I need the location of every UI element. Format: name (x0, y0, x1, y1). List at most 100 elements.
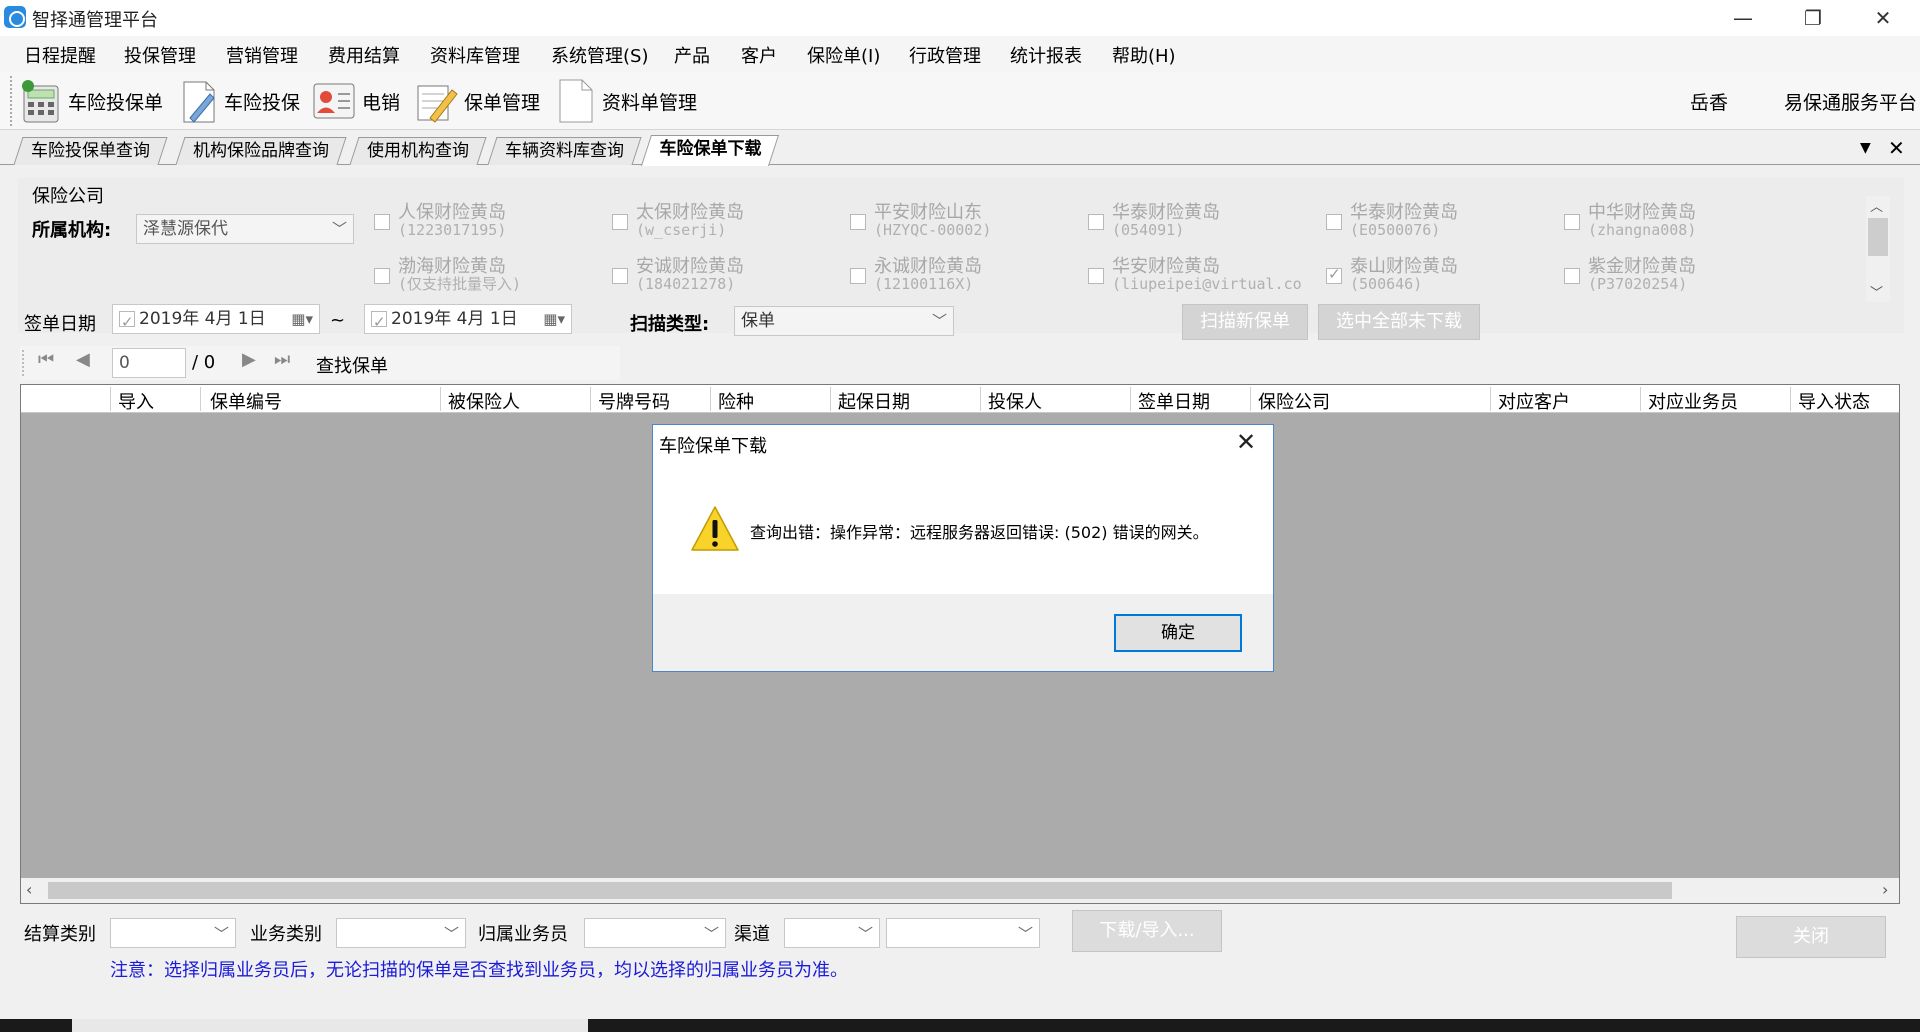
sign-date-to[interactable]: 2019年 4月 1日 ▦▾ (364, 304, 572, 336)
minimize-button[interactable]: — (1712, 0, 1774, 36)
notepad-pen-icon[interactable] (414, 78, 460, 124)
tab-usage-org-query[interactable]: 使用机构查询 (349, 137, 487, 165)
close-button[interactable]: 关闭 (1736, 916, 1886, 958)
restore-button[interactable]: ❐ (1782, 0, 1844, 36)
channel-select[interactable]: ﹀ (784, 918, 880, 948)
toolbar-policy-management[interactable]: 保单管理 (464, 88, 540, 115)
scroll-up-icon[interactable]: ︿ (1870, 196, 1883, 215)
salesman-select[interactable]: ﹀ (584, 918, 726, 948)
menu-product[interactable]: 产品 (674, 42, 710, 68)
column-header[interactable]: 被保险人 (448, 388, 520, 414)
column-header[interactable]: 保险公司 (1258, 388, 1330, 414)
next-page-icon[interactable]: ▶ (242, 349, 256, 370)
settle-type-select[interactable]: ﹀ (110, 918, 236, 948)
menu-schedule[interactable]: 日程提醒 (24, 42, 96, 68)
company-checkbox[interactable] (1088, 214, 1104, 230)
scroll-right-icon[interactable]: › (1882, 880, 1888, 899)
tab-car-policy-download[interactable]: 车险保单下载 (640, 135, 780, 166)
last-page-icon[interactable]: ⏭ (274, 349, 290, 370)
column-header[interactable]: 起保日期 (838, 388, 910, 414)
menu-admin[interactable]: 行政管理 (909, 42, 981, 68)
tab-list-dropdown-icon[interactable]: ▼ (1860, 140, 1871, 156)
column-separator[interactable] (710, 387, 711, 411)
document-edit-icon[interactable] (176, 78, 222, 124)
column-separator[interactable] (980, 387, 981, 411)
column-separator[interactable] (1250, 387, 1251, 411)
channel-sub-select[interactable]: ﹀ (886, 918, 1040, 948)
company-checkbox[interactable] (1564, 214, 1580, 230)
column-separator[interactable] (1640, 387, 1641, 411)
column-header[interactable]: 对应客户 (1498, 388, 1570, 414)
column-header[interactable]: 号牌号码 (598, 388, 670, 414)
column-separator[interactable] (590, 387, 591, 411)
menu-help[interactable]: 帮助(H) (1112, 42, 1176, 68)
company-checkbox[interactable] (850, 214, 866, 230)
scroll-down-icon[interactable]: ﹀ (1870, 282, 1883, 301)
date-from-checkbox[interactable] (119, 308, 135, 336)
column-separator[interactable] (1790, 387, 1791, 411)
blank-document-icon[interactable] (556, 78, 596, 124)
page-number-input[interactable]: 0 (112, 348, 186, 378)
first-page-icon[interactable]: ⏮ (38, 349, 54, 370)
column-separator[interactable] (110, 387, 111, 411)
business-type-select[interactable]: ﹀ (336, 918, 466, 948)
menu-system[interactable]: 系统管理(S) (551, 42, 648, 68)
toolbar-car-insurance-form[interactable]: 车险投保单 (68, 88, 163, 115)
horizontal-scroll-thumb[interactable] (48, 882, 1672, 899)
menu-policy[interactable]: 保险单(I) (807, 42, 880, 68)
menu-reports[interactable]: 统计报表 (1010, 42, 1082, 68)
org-select[interactable]: 泽慧源保代 ﹀ (136, 214, 354, 244)
column-header[interactable]: 保单编号 (210, 388, 282, 414)
menu-insure[interactable]: 投保管理 (124, 42, 196, 68)
dialog-close-button[interactable]: ✕ (1236, 428, 1256, 456)
column-separator[interactable] (830, 387, 831, 411)
column-header[interactable]: 签单日期 (1138, 388, 1210, 414)
scan-type-select[interactable]: 保单 ﹀ (734, 306, 954, 336)
scan-new-policy-button[interactable]: 扫描新保单 (1182, 304, 1308, 340)
tab-close-icon[interactable]: ✕ (1888, 136, 1905, 160)
tab-org-brand-query[interactable]: 机构保险品牌查询 (175, 137, 347, 165)
select-all-undownloaded-button[interactable]: 选中全部未下载 (1318, 304, 1480, 340)
calendar-icon[interactable]: ▦▾ (291, 305, 313, 333)
column-header[interactable]: 对应业务员 (1648, 388, 1738, 414)
sign-date-from[interactable]: 2019年 4月 1日 ▦▾ (112, 304, 320, 336)
company-checkbox[interactable] (374, 214, 390, 230)
company-checkbox[interactable] (1088, 268, 1104, 284)
calendar-icon[interactable]: ▦▾ (543, 305, 565, 333)
calculator-icon[interactable] (18, 78, 64, 124)
close-window-button[interactable]: ✕ (1852, 0, 1914, 36)
menu-library[interactable]: 资料库管理 (430, 42, 520, 68)
column-separator[interactable] (440, 387, 441, 411)
company-checkbox[interactable] (1326, 265, 1342, 284)
toolbar-telesales[interactable]: 电销 (362, 88, 400, 115)
company-checkbox[interactable] (1326, 214, 1342, 230)
company-checkbox[interactable] (612, 214, 628, 230)
toolbar-document-management[interactable]: 资料单管理 (602, 88, 697, 115)
scroll-thumb[interactable] (1868, 218, 1888, 256)
find-policy-button[interactable]: 查找保单 (316, 352, 388, 378)
download-import-button[interactable]: 下载/导入... (1072, 910, 1222, 952)
column-header[interactable]: 险种 (718, 388, 754, 414)
menu-fees[interactable]: 费用结算 (328, 42, 400, 68)
date-to-checkbox[interactable] (371, 308, 387, 336)
column-separator[interactable] (200, 387, 201, 411)
company-checkbox[interactable] (1564, 268, 1580, 284)
company-checkbox[interactable] (850, 268, 866, 284)
prev-page-icon[interactable]: ◀ (76, 349, 90, 370)
column-separator[interactable] (1490, 387, 1491, 411)
contact-card-icon[interactable] (312, 80, 356, 122)
menu-marketing[interactable]: 营销管理 (226, 42, 298, 68)
column-separator[interactable] (1130, 387, 1131, 411)
company-checkbox[interactable] (374, 268, 390, 284)
menu-customer[interactable]: 客户 (741, 42, 777, 68)
scroll-left-icon[interactable]: ‹ (26, 880, 32, 899)
company-list-scrollbar[interactable]: ︿ ﹀ (1866, 196, 1890, 302)
column-header[interactable]: 导入状态 (1798, 388, 1870, 414)
tab-car-insurance-query[interactable]: 车险投保单查询 (13, 137, 168, 165)
tab-vehicle-library-query[interactable]: 车辆资料库查询 (487, 137, 642, 165)
toolbar-car-insure[interactable]: 车险投保 (224, 88, 300, 115)
service-platform-link[interactable]: 易保通服务平台 (1784, 88, 1917, 115)
column-header[interactable]: 导入 (118, 388, 154, 414)
company-checkbox[interactable] (612, 268, 628, 284)
ok-button[interactable]: 确定 (1114, 614, 1242, 652)
